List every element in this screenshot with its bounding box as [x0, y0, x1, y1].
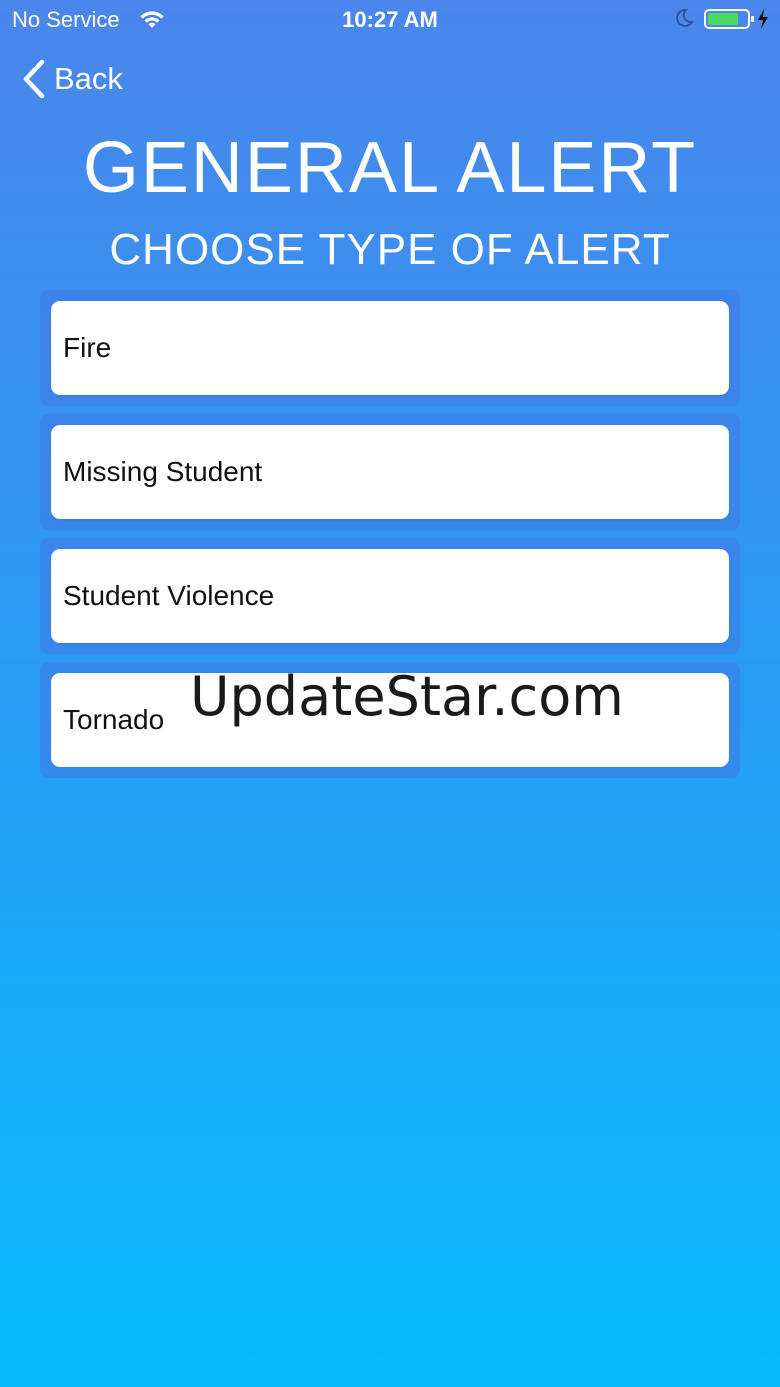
alert-option-missing-student[interactable]: Missing Student [51, 425, 729, 519]
chevron-left-icon [20, 58, 46, 100]
alert-option-fire[interactable]: Fire [51, 301, 729, 395]
moon-icon [674, 8, 694, 28]
alert-type-list: Fire Missing Student Student Violence To… [40, 290, 740, 786]
alert-option-label: Fire [63, 332, 112, 363]
alert-row-missing-student: Missing Student [40, 414, 740, 530]
alert-option-label: Missing Student [63, 456, 263, 487]
alert-option-label: Tornado [63, 704, 165, 735]
alert-option-tornado[interactable]: Tornado [51, 673, 729, 767]
clock-label: 10:27 AM [342, 7, 438, 32]
page-title: GENERAL ALERT [82, 128, 698, 208]
alert-row-fire: Fire [40, 290, 740, 406]
back-button[interactable]: Back [20, 56, 123, 102]
alert-row-student-violence: Student Violence [40, 538, 740, 654]
back-label: Back [54, 61, 123, 96]
alert-option-label: Student Violence [63, 580, 275, 611]
battery-charging-icon [704, 8, 774, 30]
page-subtitle: CHOOSE TYPE OF ALERT [109, 225, 671, 274]
status-bar: No Service 10:27 AM [0, 0, 780, 40]
alert-row-tornado: Tornado [40, 662, 740, 778]
alert-option-student-violence[interactable]: Student Violence [51, 549, 729, 643]
